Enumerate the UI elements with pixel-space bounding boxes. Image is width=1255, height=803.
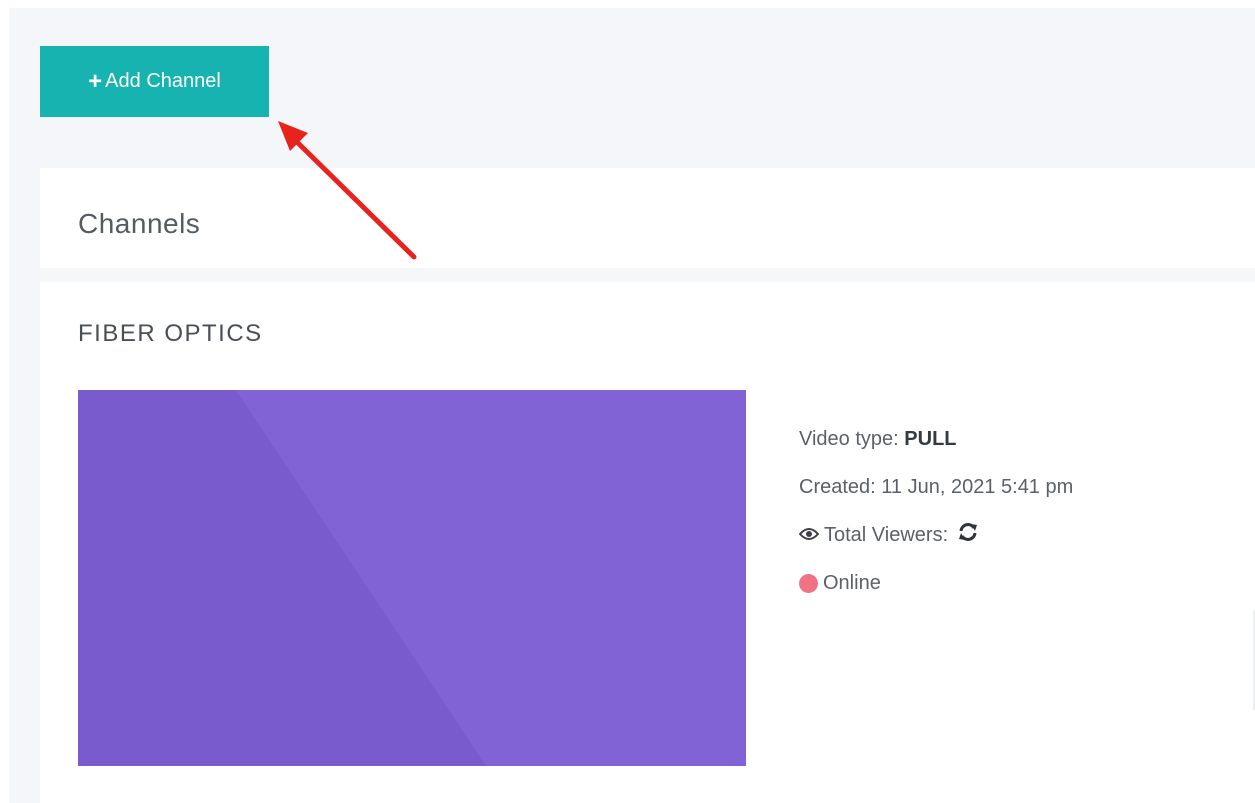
refresh-icon[interactable]: [958, 523, 978, 547]
video-type-row: Video type: PULL: [799, 415, 1073, 463]
status-label: Online: [823, 571, 881, 594]
top-edge: [0, 0, 1255, 8]
add-channel-button[interactable]: + Add Channel: [40, 46, 269, 117]
status-row: Online: [799, 559, 1073, 607]
channel-thumbnail[interactable]: [78, 390, 746, 766]
left-edge: [0, 0, 9, 803]
channel-card: FIBER OPTICS Video type: PULL Created: 1…: [40, 282, 1255, 803]
channel-name[interactable]: FIBER OPTICS: [78, 320, 263, 348]
channel-info: Video type: PULL Created: 11 Jun, 2021 5…: [798, 415, 1073, 607]
plus-icon: +: [88, 67, 103, 95]
thumbnail-graphic: [78, 390, 746, 766]
channels-card-header: Channels: [40, 168, 1255, 268]
viewers-label: Total Viewers:: [824, 523, 949, 546]
created-row: Created: 11 Jun, 2021 5:41 pm: [799, 463, 1073, 511]
video-type-value: PULL: [904, 427, 957, 450]
created-value: 11 Jun, 2021 5:41 pm: [881, 475, 1074, 498]
created-label: Created:: [799, 475, 876, 498]
add-channel-label: Add Channel: [105, 70, 221, 92]
page: + Add Channel Channels FIBER OPTICS Vide…: [0, 0, 1255, 803]
video-type-label: Video type:: [799, 427, 899, 450]
viewers-row: Total Viewers:: [798, 511, 1073, 559]
eye-icon: [798, 524, 820, 547]
page-title: Channels: [78, 208, 201, 239]
status-dot: [799, 573, 818, 593]
divider: [40, 268, 1255, 282]
